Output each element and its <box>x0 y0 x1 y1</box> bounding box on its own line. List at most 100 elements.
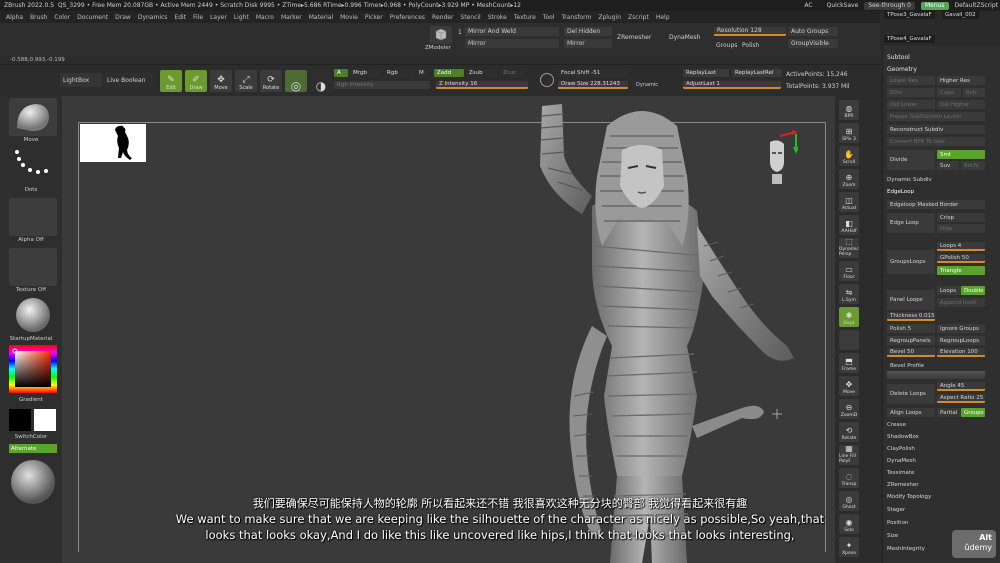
switch-color-button[interactable]: SwitchColor <box>0 434 62 440</box>
right-shelf-button-1[interactable]: ◍ BPR <box>839 100 859 120</box>
right-shelf-button-2[interactable]: ⊞ SPix 3 <box>839 123 859 143</box>
double-toggle[interactable]: Double <box>961 286 985 295</box>
quicksave-button[interactable]: QuickSave <box>827 2 859 9</box>
reuv-button[interactable]: ReUV <box>961 161 985 170</box>
menu-item-marker[interactable]: Marker <box>281 14 302 21</box>
bevel-slider[interactable]: Bevel 50 <box>887 348 935 357</box>
menu-item-movie[interactable]: Movie <box>340 14 358 21</box>
menu-item-preferences[interactable]: Preferences <box>390 14 425 21</box>
ac-label[interactable]: AC <box>804 2 812 9</box>
a-toggle[interactable]: A <box>334 69 348 77</box>
lightbox-button[interactable]: LightBox <box>60 73 102 87</box>
dynamic-toggle[interactable]: Dynamic <box>636 82 658 88</box>
zsub-toggle[interactable]: Zsub <box>466 69 496 77</box>
dynamesh-header[interactable]: DynaMesh <box>887 458 916 464</box>
tool-tab[interactable]: GavalI_002 <box>942 11 979 19</box>
groups-label[interactable]: Groups <box>716 42 737 49</box>
focal-shift-slider[interactable]: Focal Shift -51 <box>558 69 628 77</box>
zremesher-header[interactable]: ZRemesher <box>887 482 918 488</box>
rgb-intensity-slider[interactable]: Rgb Intensity <box>334 81 430 89</box>
color-picker[interactable] <box>9 345 57 393</box>
lower-res-button[interactable]: Lower Res <box>887 76 935 85</box>
edge-loop-button[interactable]: Edge Loop <box>887 213 935 233</box>
material-sphere-button[interactable]: ◑ <box>310 70 332 92</box>
move-button[interactable]: ✥ Move <box>210 70 232 92</box>
loops-toggle[interactable]: Loops <box>937 286 961 295</box>
scale-button[interactable]: ⤢ Scale <box>235 70 257 92</box>
right-shelf-button-17[interactable]: ◌ Transp <box>839 468 859 488</box>
polish-label[interactable]: Polish <box>742 42 759 49</box>
menu-item-document[interactable]: Document <box>77 14 108 21</box>
rstr-button[interactable]: Rstr <box>963 88 985 97</box>
menu-item-dynamics[interactable]: Dynamics <box>138 14 168 21</box>
edit-button[interactable]: ✎ Edit <box>160 70 182 92</box>
regroup-panels-toggle[interactable]: RegroupPanels <box>887 336 935 345</box>
geometry-header[interactable]: Geometry <box>887 66 917 73</box>
menu-item-edit[interactable]: Edit <box>174 14 186 21</box>
draw-size-slider[interactable]: Draw Size 228.31243 <box>558 81 628 89</box>
zcut-toggle[interactable]: Zcut <box>500 69 524 77</box>
mummy-character-model[interactable] <box>442 96 835 563</box>
mirror-and-weld-button[interactable]: Mirror And Weld <box>465 27 559 36</box>
menu-item-zscript[interactable]: Zscript <box>628 14 649 21</box>
texture-thumbnail[interactable] <box>9 248 57 286</box>
canvas-viewport[interactable] <box>62 96 835 563</box>
gizmo-button[interactable]: ◎ <box>285 70 307 92</box>
right-shelf-button-7[interactable]: ⬚ Dynamic Persp <box>839 237 859 258</box>
right-shelf-button-6[interactable]: ◧ AAHalf <box>839 215 859 235</box>
ignore-groups-toggle[interactable]: Ignore Groups <box>937 324 985 333</box>
menu-item-stroke[interactable]: Stroke <box>488 14 507 21</box>
divide-button[interactable]: Divide <box>887 150 935 170</box>
right-shelf-button-13[interactable]: ✥ Move <box>839 376 859 396</box>
gradient-label[interactable]: Gradient <box>0 397 62 403</box>
auto-groups-button[interactable]: Auto Groups <box>788 27 838 36</box>
menu-item-color[interactable]: Color <box>54 14 70 21</box>
menu-item-tool[interactable]: Tool <box>543 14 555 21</box>
menu-item-transform[interactable]: Transform <box>561 14 591 21</box>
zadd-toggle[interactable]: Zadd <box>434 69 464 77</box>
regroup-loops-toggle[interactable]: RegroupLoops <box>937 336 985 345</box>
partial-toggle[interactable]: Partial <box>937 408 961 417</box>
tool-tab[interactable]: TPose4_GavalaF <box>884 35 935 43</box>
see-through-slider[interactable]: See-through 0 <box>864 1 915 10</box>
right-shelf-button-15[interactable]: ⟲ Rotate <box>839 422 859 442</box>
draw-button[interactable]: ✐ Draw <box>185 70 207 92</box>
crease-header[interactable]: Crease <box>887 422 906 428</box>
higher-res-button[interactable]: Higher Res <box>937 76 985 85</box>
edgeloop-header[interactable]: EdgeLoop <box>887 189 914 195</box>
rotate-button[interactable]: ⟳ Rotate <box>260 70 282 92</box>
triangle-toggle[interactable]: Triangle <box>937 266 985 275</box>
groups-toggle[interactable]: Groups <box>961 408 985 417</box>
menu-item-stencil[interactable]: Stencil <box>460 14 480 21</box>
brush-thumbnail[interactable] <box>9 98 57 136</box>
mirror-button-2[interactable]: Mirror <box>564 39 612 48</box>
crisp-toggle[interactable]: Crisp <box>937 213 985 222</box>
del-higher-button[interactable]: Del Higher <box>937 100 985 109</box>
del-hidden-button[interactable]: Del Hidden <box>564 27 612 36</box>
default-zscript-button[interactable]: DefaultZScript <box>955 2 998 9</box>
right-shelf-button-9[interactable]: ⇋ L.Sym <box>839 284 859 304</box>
append-inset-toggle[interactable]: Append Inset <box>937 298 985 307</box>
live-boolean-button[interactable]: Live Boolean <box>104 73 154 87</box>
cage-button[interactable]: Cage <box>937 88 961 97</box>
reconstruct-subdiv-button[interactable]: Reconstruct Subdiv <box>887 125 985 134</box>
shadowbox-header[interactable]: ShadowBox <box>887 434 919 440</box>
suv-toggle[interactable]: Suv <box>937 161 959 170</box>
mirror-button[interactable]: Mirror <box>465 39 559 48</box>
gpolish-slider[interactable]: GPolish 50 <box>937 254 985 263</box>
aspect-ratio-slider[interactable]: Aspect Ratio 25 <box>937 394 985 403</box>
menu-item-file[interactable]: File <box>193 14 203 21</box>
menu-item-layer[interactable]: Layer <box>210 14 227 21</box>
edgeloop-masked-border-button[interactable]: Edgeloop Masked Border <box>887 200 985 209</box>
alpha-thumbnail[interactable] <box>9 198 57 236</box>
zmodeler-icon[interactable] <box>430 26 452 44</box>
right-shelf-button-12[interactable]: ⬒ Frame <box>839 353 859 373</box>
right-shelf-button-5[interactable]: ◫ Actual <box>839 192 859 212</box>
smt-toggle[interactable]: Smt <box>937 150 985 159</box>
adjust-last-slider[interactable]: AdjustLast 1 <box>683 81 781 89</box>
stroke-thumbnail[interactable] <box>9 148 57 186</box>
right-shelf-button-3[interactable]: ✋ Scroll <box>839 146 859 166</box>
zremesher-button[interactable]: ZRemesher <box>614 31 664 43</box>
menu-item-macro[interactable]: Macro <box>256 14 274 21</box>
dynamic-subdiv-header[interactable]: Dynamic Subdiv <box>887 177 932 183</box>
